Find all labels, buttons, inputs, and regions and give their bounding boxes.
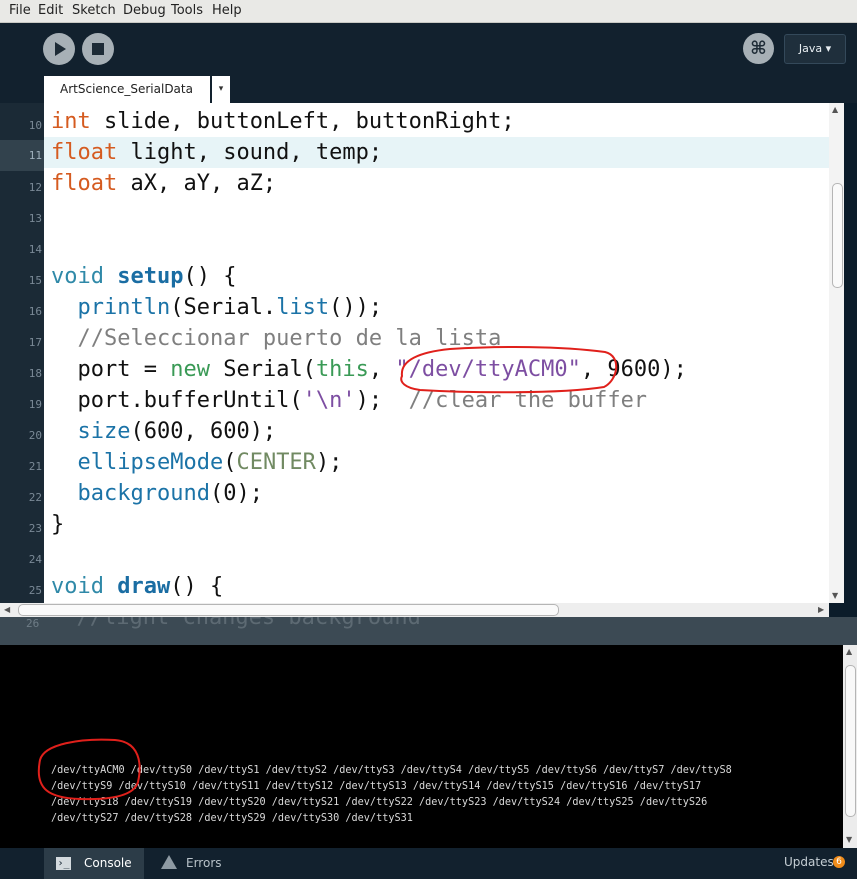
scroll-left-icon[interactable]: ◀ xyxy=(4,605,10,614)
console-output: /dev/ttyACM0 /dev/ttyS0 /dev/ttyS1 /dev/… xyxy=(0,645,843,848)
stop-icon xyxy=(92,43,104,55)
bottom-bar: ›_ Console Errors xyxy=(0,848,857,879)
line-number: 25 xyxy=(28,584,42,597)
tab-errors-label: Errors xyxy=(186,856,222,870)
scroll-up-icon[interactable]: ▲ xyxy=(846,647,852,656)
run-button[interactable] xyxy=(43,33,75,65)
scrollbar-thumb[interactable] xyxy=(832,183,843,288)
line-number: 23 xyxy=(28,522,42,535)
console-line: /dev/ttyS27 /dev/ttyS28 /dev/ttyS29 /dev… xyxy=(51,813,413,824)
menu-edit[interactable]: Edit xyxy=(38,3,63,18)
line-number: 21 xyxy=(28,460,42,473)
console-icon: ›_ xyxy=(56,857,71,870)
console-scrollbar[interactable]: ▲ ▼ xyxy=(843,645,857,848)
menu-help[interactable]: Help xyxy=(212,3,242,18)
line-number: 12 xyxy=(28,181,42,194)
code-line: float light, sound, temp; xyxy=(51,140,383,165)
menu-debug[interactable]: Debug xyxy=(123,3,166,18)
code-line: void draw() { xyxy=(51,574,224,599)
line-number: 16 xyxy=(28,305,42,318)
chevron-down-icon: ▾ xyxy=(218,84,224,94)
code-line: background(0); xyxy=(77,481,263,506)
tab-sketch[interactable]: ArtScience_SerialData xyxy=(44,76,210,103)
code-line: port.bufferUntil('\n'); //clear the buff… xyxy=(77,388,648,413)
code-line: println(Serial.list()); xyxy=(77,295,383,320)
menu-sketch[interactable]: Sketch xyxy=(72,3,116,18)
mode-selector[interactable]: Java ▾ xyxy=(784,34,846,64)
line-number: 10 xyxy=(28,119,42,132)
updates-count-badge: 6 xyxy=(833,856,845,868)
code-line: int slide, buttonLeft, buttonRight; xyxy=(51,109,515,134)
line-number-gutter: 10 11 12 13 14 15 16 17 18 19 20 21 22 2… xyxy=(0,103,44,603)
debugger-button[interactable]: ⌘ xyxy=(743,33,774,64)
scroll-down-icon[interactable]: ▼ xyxy=(832,591,838,600)
console-line: /dev/ttyACM0 /dev/ttyS0 /dev/ttyS1 /dev/… xyxy=(51,765,732,776)
code-line: ellipseMode(CENTER); xyxy=(77,450,343,475)
code-line: } xyxy=(51,512,65,537)
menu-file[interactable]: File xyxy=(9,3,31,18)
menu-tools[interactable]: Tools xyxy=(171,3,203,18)
scrollbar-thumb[interactable] xyxy=(18,604,559,616)
line-number: 14 xyxy=(28,243,42,256)
line-number: 24 xyxy=(28,553,42,566)
tab-menu-button[interactable]: ▾ xyxy=(212,76,230,103)
tab-console-label: Console xyxy=(84,856,132,870)
code-line: //Seleccionar puerto de la lista xyxy=(77,326,502,351)
scrollbar-thumb[interactable] xyxy=(845,665,856,817)
line-number: 18 xyxy=(28,367,42,380)
line-number: 17 xyxy=(28,336,42,349)
editor-vertical-scrollbar[interactable]: ▲ ▼ xyxy=(829,103,844,603)
toolbar xyxy=(0,23,857,76)
code-line: port = new Serial(this, "/dev/ttyACM0", … xyxy=(77,357,687,382)
console-line: /dev/ttyS9 /dev/ttyS10 /dev/ttyS11 /dev/… xyxy=(51,781,702,792)
menu-bar: File Edit Sketch Debug Tools Help xyxy=(0,0,857,23)
warning-icon xyxy=(161,855,177,869)
scroll-down-icon[interactable]: ▼ xyxy=(846,835,852,844)
tab-errors[interactable]: Errors xyxy=(146,848,236,879)
line-number: 22 xyxy=(28,491,42,504)
tab-console[interactable]: ›_ Console xyxy=(44,848,144,879)
line-number: 15 xyxy=(28,274,42,287)
stop-button[interactable] xyxy=(82,33,114,65)
line-number-current: 11 xyxy=(0,140,44,171)
code-line: void setup() { xyxy=(51,264,237,289)
scroll-right-icon[interactable]: ▶ xyxy=(818,605,824,614)
line-number: 26 xyxy=(26,617,40,630)
line-number: 13 xyxy=(28,212,42,225)
editor-horizontal-scrollbar[interactable]: ◀ ▶ xyxy=(0,603,829,617)
line-number: 20 xyxy=(28,429,42,442)
debugger-icon: ⌘ xyxy=(750,38,767,59)
updates-link[interactable]: Updates xyxy=(784,855,834,869)
tab-strip: ArtScience_SerialData ▾ xyxy=(0,76,857,103)
code-line: size(600, 600); xyxy=(77,419,277,444)
scroll-up-icon[interactable]: ▲ xyxy=(832,105,838,114)
code-line: float aX, aY, aZ; xyxy=(51,171,277,196)
code-editor[interactable]: int slide, buttonLeft, buttonRight; floa… xyxy=(44,103,829,603)
play-icon xyxy=(55,42,66,56)
code-line: //light changes background xyxy=(50,617,421,630)
console-line: /dev/ttyS18 /dev/ttyS19 /dev/ttyS20 /dev… xyxy=(51,797,708,808)
status-bar: 26 //light changes background xyxy=(0,617,857,645)
line-number: 19 xyxy=(28,398,42,411)
